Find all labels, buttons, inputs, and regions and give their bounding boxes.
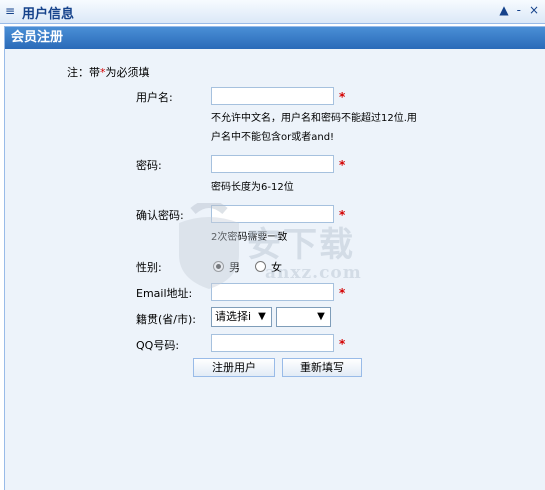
close-icon[interactable]: × — [529, 3, 539, 17]
collapse-menu-icon[interactable]: ≡ — [5, 4, 15, 18]
city-select[interactable]: ▼ — [276, 307, 331, 327]
required-note-prefix: 注：带 — [67, 66, 100, 79]
panel-tools: ▲ - × — [499, 3, 539, 17]
panel-header: ≡ 用户信息 ▲ - × — [0, 0, 545, 24]
minimize-icon[interactable]: - — [517, 3, 521, 17]
reset-button[interactable]: 重新填写 — [282, 358, 362, 377]
qq-input[interactable] — [211, 334, 334, 352]
username-hint-line2: 户名中不能包含or或者and! — [211, 132, 335, 143]
province-select-value: 请选择i — [215, 310, 252, 323]
origin-label: 籍贯(省/市): — [136, 313, 196, 326]
registration-form: 会员注册 注：带*为必须填 用户名: * 不允许中文名，用户名和密码不能超过12… — [4, 26, 545, 490]
username-label: 用户名: — [136, 91, 173, 104]
watermark-shield-icon — [179, 203, 239, 289]
qq-label: QQ号码: — [136, 339, 180, 352]
email-required-star: * — [339, 286, 346, 300]
required-note: 注：带*为必须填 — [67, 64, 150, 80]
password-label: 密码: — [136, 159, 162, 172]
username-required-star: * — [339, 90, 346, 104]
username-hint-line1: 不允许中文名，用户名和密码不能超过12位.用 — [211, 113, 417, 124]
panel-title: 用户信息 — [22, 7, 75, 22]
watermark-url: anxz.com — [265, 263, 362, 283]
password-required-star: * — [339, 158, 346, 172]
qq-required-star: * — [339, 337, 346, 351]
watermark-brand: 安下载 — [247, 225, 355, 265]
required-note-suffix: 为必须填 — [105, 66, 150, 79]
form-title: 会员注册 — [5, 27, 545, 49]
username-input[interactable] — [211, 87, 334, 105]
collapse-up-icon[interactable]: ▲ — [499, 3, 508, 17]
province-select[interactable]: 请选择i ▼ — [211, 307, 272, 327]
password-input[interactable] — [211, 155, 334, 173]
password-hint: 密码长度为6-12位 — [211, 182, 294, 193]
chevron-down-icon: ▼ — [258, 311, 266, 322]
register-button[interactable]: 注册用户 — [193, 358, 275, 377]
gender-label: 性别: — [136, 261, 162, 274]
chevron-down-icon: ▼ — [317, 311, 325, 322]
